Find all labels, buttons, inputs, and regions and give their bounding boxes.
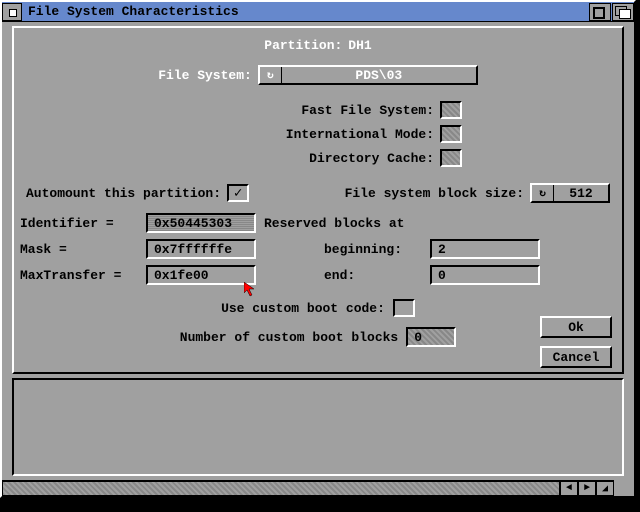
partition-value: DH1 (348, 38, 371, 53)
main-panel: Partition: DH1 File System: ↻ PDS\03 Fas… (12, 26, 624, 374)
dir-cache-label: Directory Cache: (234, 151, 434, 166)
filesystem-label: File System: (158, 68, 252, 83)
reserved-end-label: end: (324, 268, 424, 283)
close-gadget[interactable] (2, 3, 22, 21)
titlebar[interactable]: File System Characteristics (2, 2, 634, 22)
scroll-left-icon[interactable]: ◄ (560, 481, 578, 496)
scroll-right-icon[interactable]: ► (578, 481, 596, 496)
blocksize-value: 512 (554, 186, 608, 201)
partition-label: Partition: (264, 38, 342, 53)
identifier-label: Identifier = (20, 216, 140, 231)
fast-fs-label: Fast File System: (234, 103, 434, 118)
reserved-header: Reserved blocks at (264, 216, 404, 231)
maxtransfer-field[interactable]: 0x1fe00 (146, 265, 256, 285)
blocksize-cycle[interactable]: ↻ 512 (530, 183, 610, 203)
lower-panel (12, 378, 624, 476)
cycle-icon: ↻ (532, 185, 554, 201)
dir-cache-checkbox[interactable] (440, 149, 462, 167)
mask-field[interactable]: 0x7ffffffe (146, 239, 256, 259)
customboot-num-field[interactable]: 0 (406, 327, 456, 347)
size-gadget[interactable]: ◢ (596, 481, 614, 496)
window-title: File System Characteristics (26, 4, 588, 19)
scrollbar-track[interactable] (2, 481, 560, 496)
reserved-begin-field[interactable]: 2 (430, 239, 540, 259)
automount-checkbox[interactable]: ✓ (227, 184, 249, 202)
depth-gadget[interactable] (612, 3, 634, 21)
horizontal-scrollbar[interactable]: ◄ ► ◢ (2, 480, 614, 496)
cancel-button[interactable]: Cancel (540, 346, 612, 368)
fast-fs-checkbox[interactable] (440, 101, 462, 119)
filesystem-value: PDS\03 (282, 68, 476, 83)
filesystem-cycle[interactable]: ↻ PDS\03 (258, 65, 478, 85)
customboot-use-label: Use custom boot code: (221, 301, 385, 316)
maxtransfer-label: MaxTransfer = (20, 268, 140, 283)
cycle-icon: ↻ (260, 67, 282, 83)
customboot-num-label: Number of custom boot blocks (180, 330, 398, 345)
customboot-checkbox[interactable] (393, 299, 415, 317)
reserved-end-field[interactable]: 0 (430, 265, 540, 285)
blocksize-label: File system block size: (345, 186, 524, 201)
mask-label: Mask = (20, 242, 140, 257)
window: File System Characteristics Partition: D… (0, 0, 636, 498)
checkmark-icon: ✓ (234, 185, 242, 202)
intl-mode-checkbox[interactable] (440, 125, 462, 143)
reserved-begin-label: beginning: (324, 242, 424, 257)
zoom-gadget[interactable] (589, 3, 611, 21)
automount-label: Automount this partition: (26, 186, 221, 201)
ok-button[interactable]: Ok (540, 316, 612, 338)
identifier-field[interactable]: 0x50445303 (146, 213, 256, 233)
intl-mode-label: International Mode: (234, 127, 434, 142)
